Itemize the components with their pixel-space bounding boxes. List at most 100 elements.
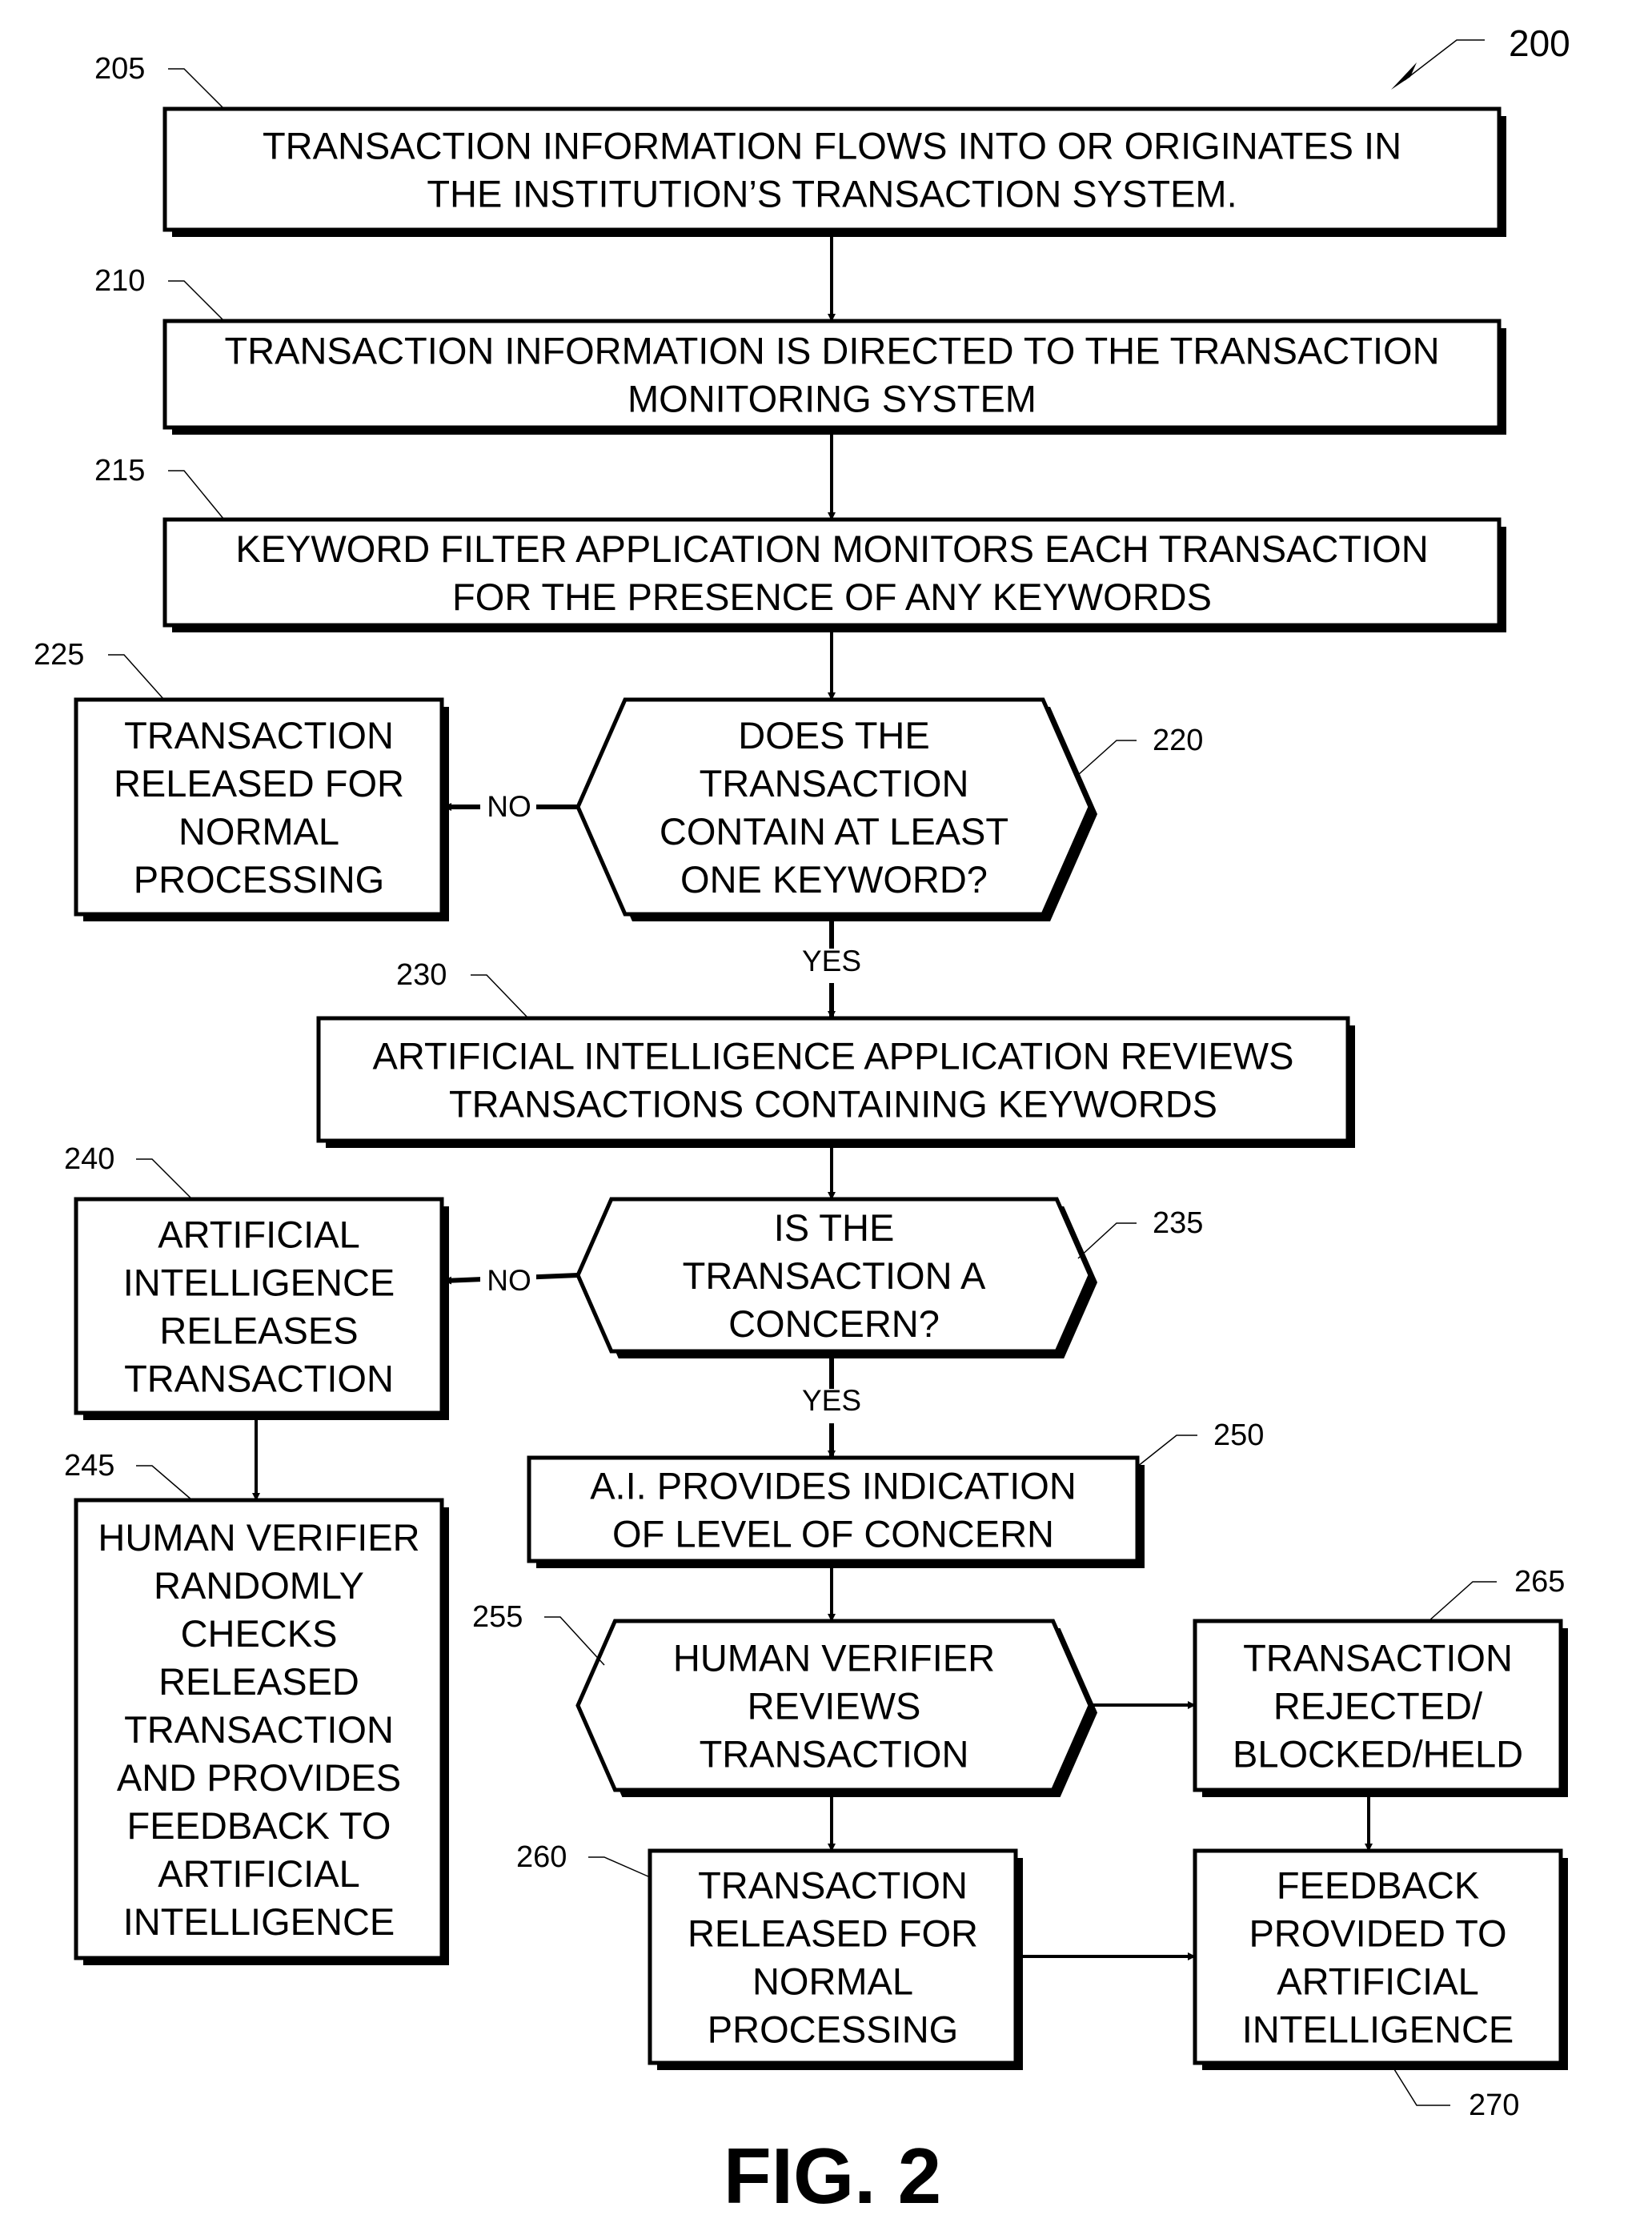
reference-label-205: 205 <box>94 52 225 110</box>
node-text-line: TRANSACTION <box>124 714 394 756</box>
node-text-line: FEEDBACK <box>1277 1864 1479 1906</box>
reference-number: 260 <box>516 1840 567 1874</box>
node-text-line: PROVIDED TO <box>1249 1912 1506 1954</box>
reference-label-245: 245 <box>64 1449 193 1501</box>
reference-leader-line <box>544 1616 605 1666</box>
figure-ref-number: 200 <box>1509 22 1570 64</box>
node-text-line: FOR THE PRESENCE OF ANY KEYWORDS <box>452 576 1212 618</box>
reference-label-220: 220 <box>1077 724 1203 776</box>
node-text-line: CONTAIN AT LEAST <box>660 810 1008 853</box>
figure-caption: FIG. 2 <box>724 2132 941 2220</box>
node-text-line: A.I. PROVIDES INDICATION <box>590 1464 1077 1507</box>
reference-leader-line <box>168 68 225 110</box>
flow-node-230: ARTIFICIAL INTELLIGENCE APPLICATION REVI… <box>316 1016 1355 1148</box>
node-text-line: TRANSACTION A <box>683 1254 986 1297</box>
node-text-line: RELEASED FOR <box>114 762 404 805</box>
reference-leader-line <box>108 654 165 700</box>
node-text-line: TRANSACTION INFORMATION IS DIRECTED TO T… <box>224 329 1439 371</box>
flow-edge-n220-n230: YES <box>800 921 864 1019</box>
reference-label-240: 240 <box>64 1142 193 1200</box>
node-text-line: INTELLIGENCE <box>123 1261 395 1303</box>
reference-number: 225 <box>34 638 84 672</box>
flow-node-260: TRANSACTION RELEASED FOR NORMAL PROCESSING <box>648 1848 1023 2070</box>
node-text-line: ARTIFICIAL <box>158 1852 359 1895</box>
reference-number: 255 <box>472 1600 523 1634</box>
flow-edge-n235-n250: YES <box>800 1358 864 1459</box>
node-text-line: TRANSACTION <box>698 1864 968 1906</box>
node-text-line: RELEASED FOR <box>688 1912 978 1954</box>
reference-number: 235 <box>1153 1206 1203 1240</box>
node-text-line: TRANSACTION <box>124 1357 394 1399</box>
reference-label-230: 230 <box>396 958 529 1019</box>
flow-node-220: DOES THE TRANSACTION CONTAIN AT LEAST ONE K… <box>575 697 1097 921</box>
reference-label-265: 265 <box>1428 1565 1565 1622</box>
reference-number: 220 <box>1153 724 1203 757</box>
node-text-line: ARTIFICIAL <box>1277 1960 1478 2002</box>
node-text-line: TRANSACTIONS CONTAINING KEYWORDS <box>449 1082 1217 1125</box>
node-text-line: ONE KEYWORD? <box>680 858 988 901</box>
figure-ref-arrowhead <box>1391 62 1417 90</box>
node-text-line: INTELLIGENCE <box>1242 2008 1514 2050</box>
node-text-line: ARTIFICIAL INTELLIGENCE APPLICATION REVI… <box>373 1034 1294 1077</box>
flow-edge-n220-n225: NO <box>443 789 578 823</box>
reference-label-215: 215 <box>94 454 225 520</box>
node-text-line: KEYWORD FILTER APPLICATION MONITORS EACH… <box>235 528 1428 570</box>
node-text-line: CHECKS <box>181 1612 338 1655</box>
reference-leader-line <box>136 1158 193 1200</box>
node-text-line: PROCESSING <box>134 858 384 901</box>
flow-node-210: TRANSACTION INFORMATION IS DIRECTED TO T… <box>162 319 1506 435</box>
node-text-line: THE INSTITUTION’S TRANSACTION SYSTEM. <box>427 172 1237 215</box>
node-text-line: TRANSACTION <box>700 1732 969 1775</box>
flow-node-205: TRANSACTION INFORMATION FLOWS INTO OR OR… <box>162 106 1506 237</box>
reference-number: 230 <box>396 958 447 992</box>
node-text-line: ARTIFICIAL <box>158 1213 359 1255</box>
node-text-line: FEEDBACK TO <box>127 1804 391 1847</box>
flow-node-255: HUMAN VERIFIER REVIEWS TRANSACTION <box>575 1619 1097 1797</box>
reference-number: 240 <box>64 1142 114 1176</box>
node-text-line: NORMAL <box>752 1960 913 2002</box>
node-text-line: HUMAN VERIFIER <box>98 1516 419 1559</box>
reference-leader-line <box>1077 1222 1137 1259</box>
figure-ref-leader <box>1404 39 1485 81</box>
node-text-line: TRANSACTION <box>700 762 969 805</box>
edge-label-no: NO <box>487 1264 531 1297</box>
reference-label-270: 270 <box>1389 2062 1519 2122</box>
reference-leader-line <box>588 1856 651 1878</box>
edge-label-yes: YES <box>802 945 861 977</box>
node-text-line: NORMAL <box>178 810 339 853</box>
reference-leader-line <box>1137 1435 1197 1467</box>
node-text-line: AND PROVIDES <box>117 1756 401 1799</box>
node-text-line: RELEASES <box>159 1309 358 1351</box>
nodes-layer: TRANSACTION INFORMATION FLOWS INTO OR OR… <box>74 106 1568 2070</box>
reference-number: 265 <box>1514 1565 1565 1599</box>
node-text-line: TRANSACTION <box>124 1708 394 1751</box>
reference-leader-line <box>168 280 225 322</box>
flow-node-245: HUMAN VERIFIER RANDOMLY CHECKS RELEASED TRAN… <box>74 1498 449 1965</box>
reference-number: 245 <box>64 1449 114 1483</box>
node-text-line: TRANSACTION <box>1243 1636 1513 1679</box>
node-text-line: IS THE <box>774 1206 895 1249</box>
reference-label-255: 255 <box>472 1600 605 1666</box>
node-text-line: MONITORING SYSTEM <box>628 377 1037 419</box>
flow-node-270: FEEDBACK PROVIDED TO ARTIFICIAL INTELLIGENC… <box>1193 1848 1568 2070</box>
flow-edge-n235-n240: NO <box>443 1263 579 1297</box>
flow-node-250: A.I. PROVIDES INDICATION OF LEVEL OF CONC… <box>527 1455 1145 1568</box>
reference-number: 270 <box>1469 2089 1519 2122</box>
reference-label-235: 235 <box>1077 1206 1203 1259</box>
node-text-line: RELEASED <box>158 1660 359 1703</box>
figure-reference: 200 <box>1391 22 1570 90</box>
reference-leader-line <box>1428 1581 1497 1622</box>
flow-node-265: TRANSACTION REJECTED/BLOCKED/HELD <box>1193 1619 1568 1797</box>
reference-leader-line <box>168 470 225 520</box>
node-text-line: OF LEVEL OF CONCERN <box>612 1512 1054 1555</box>
reference-label-260: 260 <box>516 1840 651 1878</box>
node-text-line: HUMAN VERIFIER <box>673 1636 995 1679</box>
edge-label-yes: YES <box>802 1384 861 1417</box>
node-text-line: PROCESSING <box>708 2008 958 2050</box>
node-text-line: REVIEWS <box>748 1684 921 1727</box>
flow-node-215: KEYWORD FILTER APPLICATION MONITORS EACH… <box>162 517 1506 632</box>
flow-node-225: TRANSACTION RELEASED FOR NORMAL PROCESSING <box>74 697 449 921</box>
reference-number: 215 <box>94 454 145 488</box>
reference-number: 210 <box>94 264 145 298</box>
reference-number: 205 <box>94 52 145 86</box>
